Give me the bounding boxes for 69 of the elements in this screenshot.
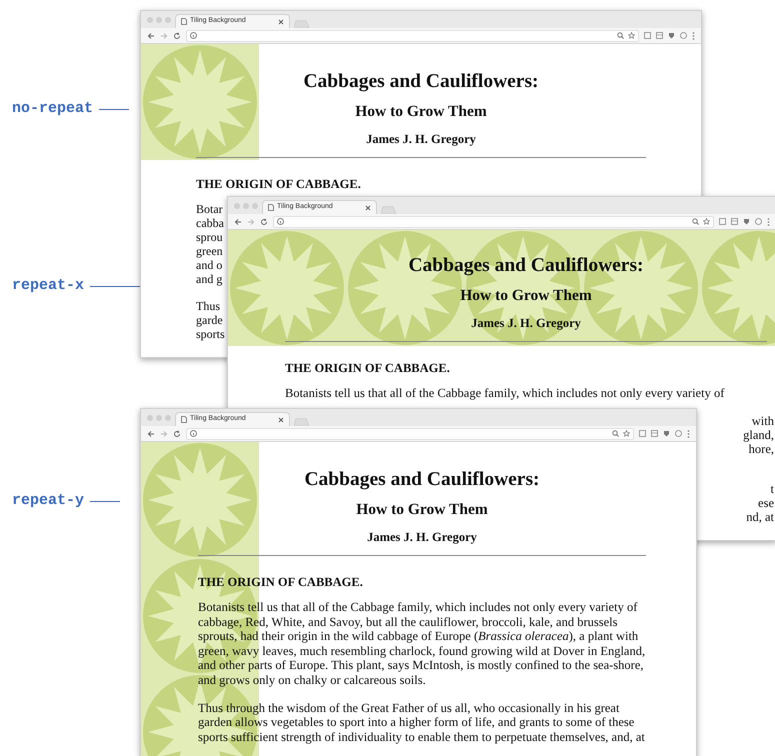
back-icon[interactable] xyxy=(147,32,155,40)
text-fragment: Botar xyxy=(196,202,223,216)
close-icon[interactable] xyxy=(278,416,284,422)
section-heading: THE ORIGIN OF CABBAGE. xyxy=(198,574,364,590)
leader-line xyxy=(90,500,120,502)
close-icon[interactable] xyxy=(365,204,371,210)
address-field[interactable] xyxy=(186,30,639,42)
reload-icon[interactable] xyxy=(173,32,181,40)
figure-label: no-repeat xyxy=(12,99,94,119)
text-fragment: cabba xyxy=(196,216,224,230)
figure-label: repeat-x xyxy=(12,276,84,296)
text-fragment: sprou xyxy=(196,230,223,244)
extension-icon[interactable] xyxy=(656,32,663,39)
star-icon[interactable] xyxy=(703,218,710,225)
leader-line xyxy=(99,108,130,110)
page-title: Cabbages and Cauliflowers: xyxy=(302,70,540,94)
address-field[interactable] xyxy=(273,216,714,228)
menu-icon[interactable] xyxy=(692,32,695,40)
text-fragment: t xyxy=(770,482,774,496)
back-icon[interactable] xyxy=(234,218,242,226)
text-fragment: sports xyxy=(196,327,225,341)
info-icon xyxy=(190,32,197,39)
page-title: Cabbages and Cauliflowers: xyxy=(407,254,645,278)
page-author: James J. H. Gregory xyxy=(470,315,582,331)
extension-icon[interactable] xyxy=(644,32,651,39)
star-icon[interactable] xyxy=(628,32,635,39)
extension-icon[interactable] xyxy=(651,430,658,437)
text-fragment: garde xyxy=(196,313,223,327)
info-icon xyxy=(190,430,197,437)
text-fragment: Thus xyxy=(196,299,220,313)
address-field[interactable] xyxy=(186,428,634,440)
extension-icon[interactable] xyxy=(719,218,726,225)
text-fragment: with xyxy=(752,414,774,428)
text-fragment: hore, xyxy=(748,442,774,456)
magnifier-icon[interactable] xyxy=(612,430,619,437)
extension-icon[interactable] xyxy=(731,218,738,225)
close-icon[interactable] xyxy=(278,18,284,24)
text-fragment: ese xyxy=(758,496,774,510)
page-title: Cabbages and Cauliflowers: xyxy=(303,468,541,492)
text-fragment: and g xyxy=(196,272,222,286)
text-fragment: green xyxy=(196,244,223,258)
menu-icon[interactable] xyxy=(687,430,690,438)
back-icon[interactable] xyxy=(147,430,155,438)
menu-icon[interactable] xyxy=(767,218,770,226)
page-subtitle: How to Grow Them xyxy=(354,102,488,122)
text-fragment: nd, at xyxy=(746,510,774,524)
info-icon xyxy=(277,218,284,225)
page-author: James J. H. Gregory xyxy=(365,131,477,147)
forward-icon[interactable] xyxy=(160,430,168,438)
page-icon xyxy=(181,416,187,423)
magnifier-icon[interactable] xyxy=(692,218,699,225)
page-icon xyxy=(181,18,187,25)
section-heading: THE ORIGIN OF CABBAGE. xyxy=(285,360,451,376)
page-icon xyxy=(268,204,274,211)
section-heading: THE ORIGIN OF CABBAGE. xyxy=(196,176,362,192)
reload-icon[interactable] xyxy=(260,218,268,226)
reload-icon[interactable] xyxy=(173,430,181,438)
page-subtitle: How to Grow Them xyxy=(355,500,489,520)
magnifier-icon[interactable] xyxy=(617,32,624,39)
extension-icon[interactable] xyxy=(639,430,646,437)
text-fragment: Botanists tell us that all of the Cabbage family, which includes not only every variety of xyxy=(285,386,724,400)
star-icon[interactable] xyxy=(623,430,630,437)
forward-icon[interactable] xyxy=(160,32,168,40)
figure-label: repeat-y xyxy=(12,491,84,511)
page-subtitle: How to Grow Them xyxy=(459,286,593,306)
text-fragment: and o xyxy=(196,258,222,272)
text-fragment: gland, xyxy=(743,428,774,442)
forward-icon[interactable] xyxy=(247,218,255,226)
page-author: James J. H. Gregory xyxy=(366,529,478,545)
